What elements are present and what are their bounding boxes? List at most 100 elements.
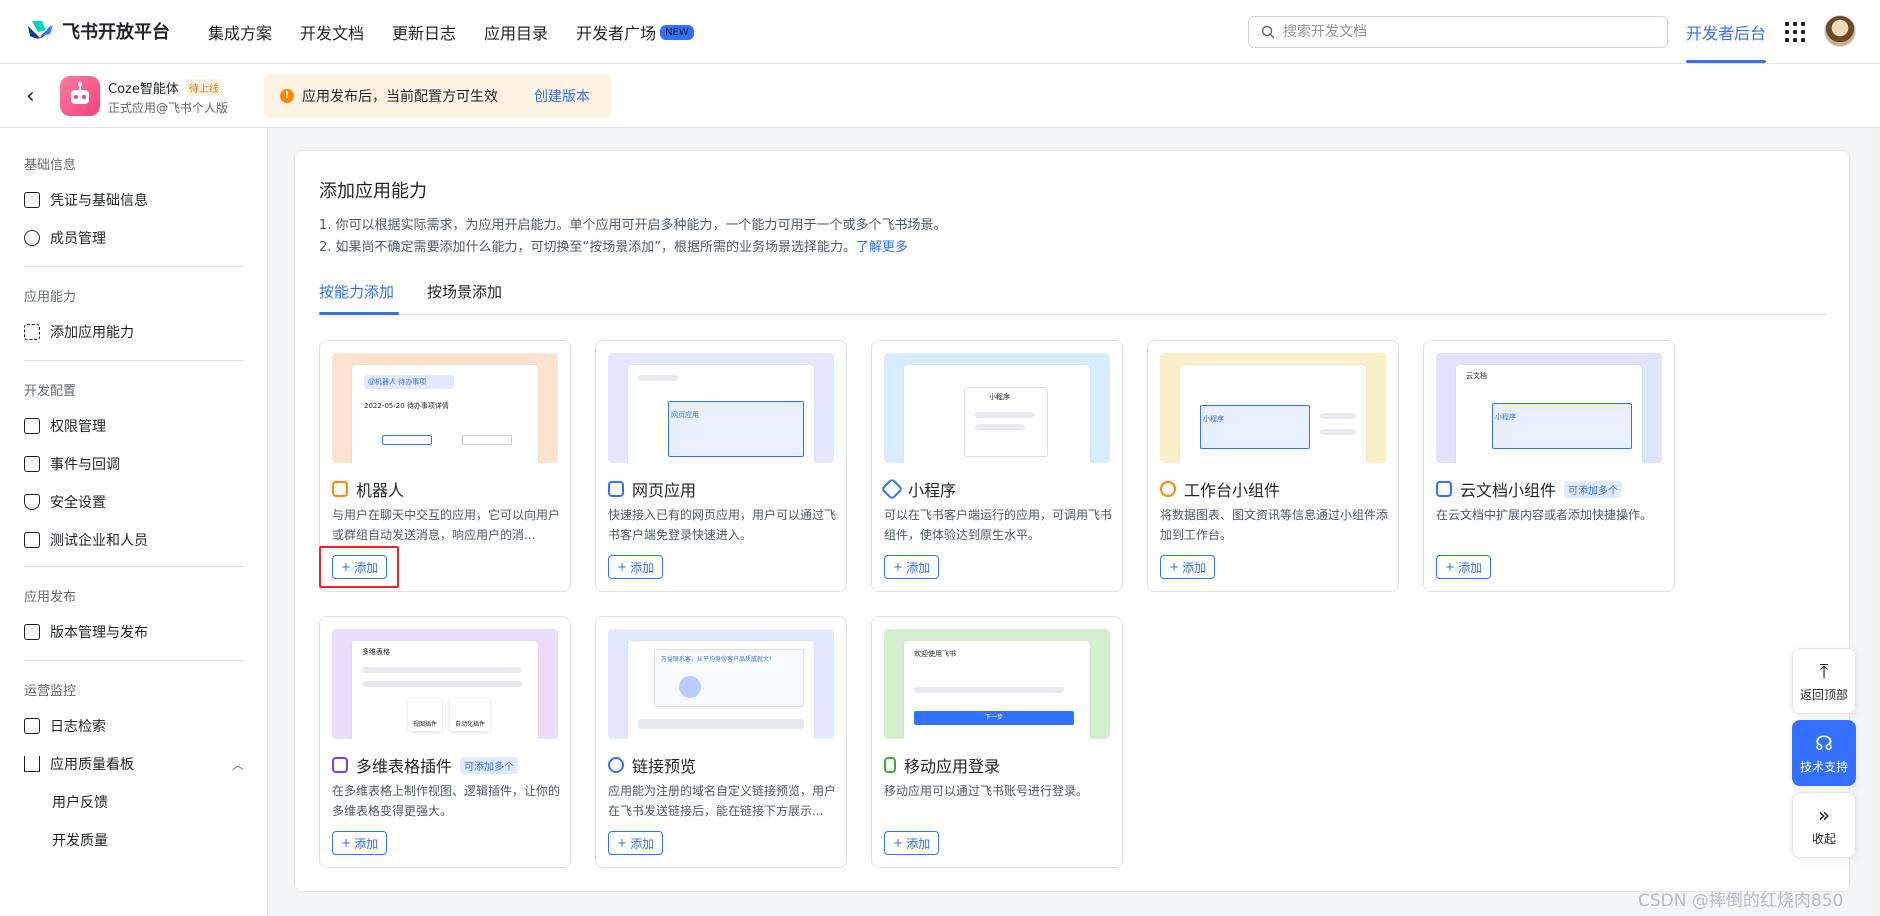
user-avatar[interactable] <box>1824 15 1856 47</box>
publish-notice: ! 应用发布后，当前配置方可生效 创建版本 <box>264 74 612 118</box>
float-label: 收起 <box>1811 831 1836 846</box>
divider <box>24 360 244 361</box>
doc-search-box[interactable] <box>1248 16 1668 48</box>
sidebar-item-feedback[interactable]: 用户反馈 <box>52 790 272 814</box>
developer-backend-link[interactable]: 开发者后台 <box>1686 20 1766 44</box>
capability-card-bitable-plugin: 多维表格 视图插件 自动化插件 多维表格插件 可添加多个 在多维表格上制作视图、逻辑插… <box>319 616 571 868</box>
double-chevron-icon: » <box>1817 802 1831 827</box>
tab-by-capability[interactable]: 按能力添加 <box>319 281 394 302</box>
capability-card-doc-widget: 云文档 小程序 云文档小组件 可添加多个 在云文档中扩展内容或者添加快捷操作。 + 添… <box>1423 340 1675 592</box>
card-title-text: 机器人 <box>356 481 405 500</box>
sidebar-item-security[interactable]: 安全设置 <box>24 490 244 514</box>
thumb-title: 欢迎使用飞书 <box>914 650 956 658</box>
add-label: 添加 <box>1458 560 1483 575</box>
divider <box>24 660 244 661</box>
log-search-icon <box>24 718 40 734</box>
thumb-text: 小程序 <box>989 393 1010 401</box>
brand-logo[interactable]: 飞书开放平台 <box>26 18 170 44</box>
sidebar-item-versions[interactable]: 版本管理与发布 <box>24 620 244 644</box>
sidebar-item-label: 测试企业和人员 <box>50 533 148 549</box>
add-label: 添加 <box>630 560 655 575</box>
add-label: 添加 <box>354 836 379 851</box>
sidebar-item-permissions[interactable]: 权限管理 <box>24 414 244 438</box>
card-title: 链接预览 <box>604 753 696 777</box>
sidebar-item-label: 安全设置 <box>50 495 106 511</box>
nav-solutions[interactable]: 集成方案 <box>208 20 272 44</box>
feishu-logo-icon <box>28 21 53 39</box>
add-web-app-button[interactable]: + 添加 <box>608 555 664 579</box>
webpage-icon <box>608 481 624 497</box>
capability-card-mobile-login: 欢迎使用飞书 下一步 移动应用登录 移动应用可以通过飞书账号进行登录。 + 添加 <box>871 616 1123 868</box>
tab-by-scenario[interactable]: 按场景添加 <box>427 281 502 302</box>
sidebar-item-logs[interactable]: 日志检索 <box>24 714 244 738</box>
capability-card-web-app: 网页应用 网页应用 快速接入已有的网页应用，用户可以通过飞书客户端免登录快速进入… <box>595 340 847 592</box>
sidebar-item-label: 日志检索 <box>50 719 106 735</box>
sidebar-item-add-capability[interactable]: 添加应用能力 <box>24 320 244 344</box>
card-title-text: 网页应用 <box>632 481 697 500</box>
add-mini-program-button[interactable]: + 添加 <box>884 555 940 579</box>
thumb-text: 网页应用 <box>671 411 699 419</box>
page-scrollbar[interactable] <box>1872 128 1880 916</box>
sidebar-item-events[interactable]: 事件与回调 <box>24 452 244 476</box>
mini-program-preview-image: 小程序 <box>884 353 1110 463</box>
card-description: 在多维表格上制作视图、逻辑插件，让你的多维表格变得更强大。 <box>332 784 560 818</box>
shield-icon <box>24 494 40 510</box>
float-label: 技术支持 <box>1799 759 1848 774</box>
create-version-link[interactable]: 创建版本 <box>534 86 590 106</box>
card-title: 工作台小组件 <box>1160 477 1280 501</box>
add-link-preview-button[interactable]: + 添加 <box>608 831 664 855</box>
card-description: 在云文档中扩展内容或者添加快捷操作。 <box>1436 508 1653 522</box>
doc-widget-preview-image: 云文档 小程序 <box>1436 353 1662 463</box>
app-name: Coze智能体 <box>108 82 179 97</box>
sidebar-item-credentials[interactable]: 凭证与基础信息 <box>24 188 244 212</box>
sidebar-item-label: 权限管理 <box>50 419 106 435</box>
notice-text: 应用发布后，当前配置方可生效 <box>302 89 498 105</box>
learn-more-link[interactable]: 了解更多 <box>856 240 908 255</box>
sidebar-section-capabilities: 应用能力 <box>24 290 77 305</box>
table-icon <box>332 757 348 773</box>
nav-changelog[interactable]: 更新日志 <box>392 20 456 44</box>
sidebar-item-members[interactable]: 成员管理 <box>24 226 244 250</box>
capability-card-link-preview: 万益联系客，从平均身份客户品质成就大! 链接预览 应用能为注册的域名自定义链接预… <box>595 616 847 868</box>
plus-icon: + <box>893 560 904 574</box>
sidebar-item-test-users[interactable]: 测试企业和人员 <box>24 528 244 552</box>
add-label: 添加 <box>906 836 931 851</box>
upload-icon <box>24 624 40 640</box>
divider <box>24 566 244 567</box>
app-robot-icon <box>60 76 100 116</box>
widget-preview-image: 小程序 <box>1160 353 1386 463</box>
nav-developer-plaza[interactable]: 开发者广场 NEW <box>576 20 694 44</box>
widget-icon <box>1160 481 1176 497</box>
back-arrow-icon[interactable]: ‹ <box>26 84 35 109</box>
card-title: 多维表格插件 可添加多个 <box>332 753 519 777</box>
add-workbench-widget-button[interactable]: + 添加 <box>1160 555 1216 579</box>
capability-card-mini-program: 小程序 小程序 可以在飞书客户端运行的应用，可调用飞书组件，使体验达到原生水平。… <box>871 340 1123 592</box>
tech-support-button[interactable]: ☊ 技术支持 <box>1792 720 1856 786</box>
bot-preview-image: @机器人 待办事项 2022-05-20 待办事项详情 <box>332 353 558 463</box>
sidebar-item-dev-quality[interactable]: 开发质量 <box>52 828 272 852</box>
sidebar-item-label: 版本管理与发布 <box>50 625 148 641</box>
thumb-text: 2022-05-20 待办事项详情 <box>364 402 449 410</box>
sidebar-item-label: 应用质量看板 <box>50 757 134 773</box>
sidebar-item-label: 用户反馈 <box>52 795 108 811</box>
back-to-top-button[interactable]: ⤒ 返回顶部 <box>1792 648 1856 714</box>
add-label: 添加 <box>630 836 655 851</box>
add-bitable-plugin-button[interactable]: + 添加 <box>332 831 388 855</box>
add-label: 添加 <box>1182 560 1207 575</box>
search-input[interactable] <box>1283 24 1643 40</box>
nav-docs[interactable]: 开发文档 <box>300 20 364 44</box>
multi-add-badge: 可添加多个 <box>1564 480 1623 498</box>
code-icon <box>24 532 40 548</box>
sidebar-section-release: 应用发布 <box>24 590 77 605</box>
sidebar-item-label: 凭证与基础信息 <box>50 193 148 209</box>
nav-app-directory[interactable]: 应用目录 <box>484 20 548 44</box>
add-doc-widget-button[interactable]: + 添加 <box>1436 555 1492 579</box>
add-mobile-login-button[interactable]: + 添加 <box>884 831 940 855</box>
thumb-title: 多维表格 <box>362 648 390 656</box>
sidebar-item-quality[interactable]: 应用质量看板 ︿ <box>24 752 244 776</box>
plus-icon: + <box>617 836 628 850</box>
card-title: 网页应用 <box>608 477 696 501</box>
collapse-button[interactable]: » 收起 <box>1792 792 1856 858</box>
card-title: 机器人 <box>332 477 404 501</box>
apps-grid-icon[interactable] <box>1785 22 1805 42</box>
